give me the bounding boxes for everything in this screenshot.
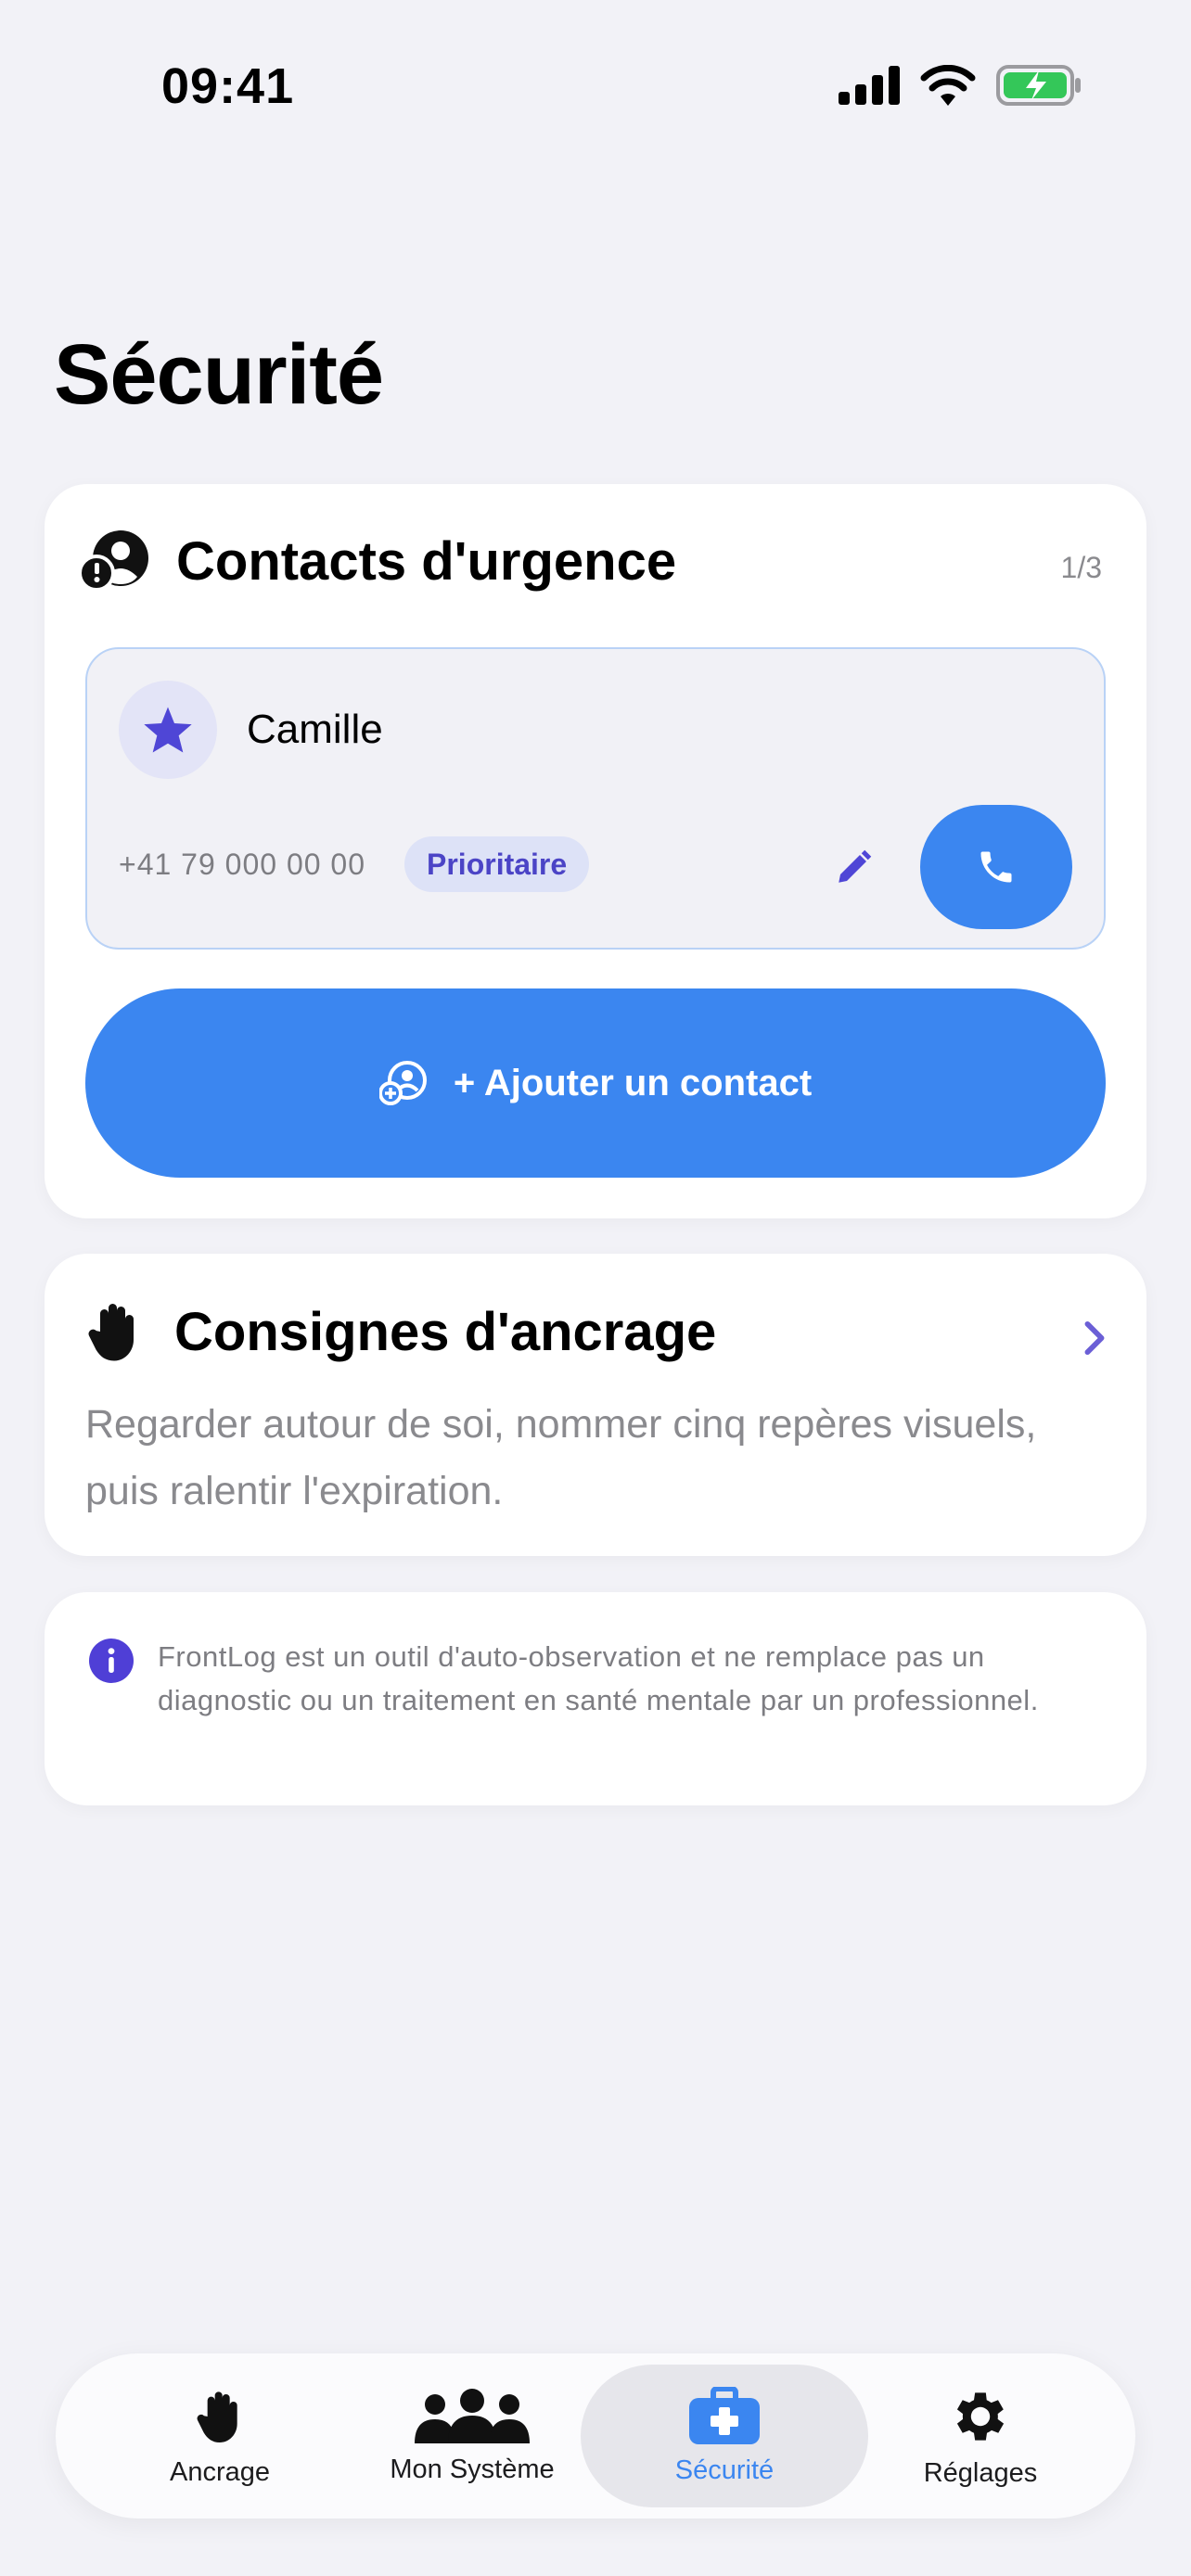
wifi-icon — [920, 65, 976, 106]
pencil-icon — [839, 849, 872, 883]
status-bar: 09:41 — [0, 0, 1191, 176]
contact-name: Camille — [247, 707, 383, 752]
priority-badge: Prioritaire — [404, 836, 590, 892]
tab-reglages[interactable]: Réglages — [837, 2365, 1124, 2507]
status-icons — [839, 65, 1082, 106]
tab-mon-systeme[interactable]: Mon Système — [328, 2365, 616, 2507]
emergency-contacts-card: Contacts d'urgence 1/3 Camille +41 79 00… — [45, 484, 1146, 1218]
phone-icon — [980, 851, 1012, 883]
contact-phone: +41 79 000 00 00 — [119, 848, 366, 881]
emergency-contacts-title: Contacts d'urgence — [176, 530, 677, 592]
battery-charging-icon — [996, 65, 1081, 106]
call-contact-button[interactable] — [920, 805, 1072, 929]
grounding-card[interactable]: Consignes d'ancrage Regarder autour de s… — [45, 1254, 1146, 1556]
add-contact-label: + Ajouter un contact — [453, 1062, 813, 1103]
emergency-contacts-header: Contacts d'urgence — [80, 529, 676, 593]
hand-icon — [88, 1304, 134, 1361]
page-title: Sécurité — [54, 327, 384, 422]
medical-kit-icon — [689, 2386, 760, 2444]
chevron-right-icon[interactable] — [1083, 1320, 1106, 1356]
disclaimer-card: FrontLog est un outil d'auto-observation… — [45, 1592, 1146, 1805]
signal-icon — [839, 66, 900, 105]
add-person-icon — [378, 1061, 427, 1105]
emergency-person-icon — [80, 530, 148, 592]
status-time: 09:41 — [161, 58, 295, 114]
contact-item[interactable]: Camille +41 79 000 00 00 Prioritaire — [85, 647, 1106, 950]
edit-contact-button[interactable] — [826, 840, 881, 896]
tab-bar: Ancrage Mon Système Sécurité Réglages — [56, 2353, 1135, 2519]
tab-securite[interactable]: Sécurité — [581, 2365, 868, 2507]
contacts-counter: 1/3 — [1060, 551, 1102, 584]
tab-label: Mon Système — [390, 2454, 555, 2484]
star-icon — [144, 707, 192, 753]
gear-icon — [956, 2391, 1005, 2441]
tab-label: Réglages — [923, 2457, 1038, 2488]
tab-label: Ancrage — [169, 2456, 270, 2487]
disclaimer-text: FrontLog est un outil d'auto-observation… — [158, 1640, 1039, 1716]
tab-ancrage[interactable]: Ancrage — [76, 2365, 364, 2507]
contact-avatar — [119, 681, 217, 779]
grounding-text: Regarder autour de soi, nommer cinq repè… — [85, 1402, 1037, 1513]
add-contact-button[interactable]: + Ajouter un contact — [85, 988, 1106, 1178]
tab-label: Sécurité — [674, 2455, 775, 2485]
info-icon — [89, 1639, 134, 1683]
group-icon — [415, 2388, 530, 2443]
hand-icon — [197, 2391, 237, 2442]
grounding-header: Consignes d'ancrage — [80, 1298, 716, 1365]
grounding-title: Consignes d'ancrage — [174, 1301, 717, 1362]
